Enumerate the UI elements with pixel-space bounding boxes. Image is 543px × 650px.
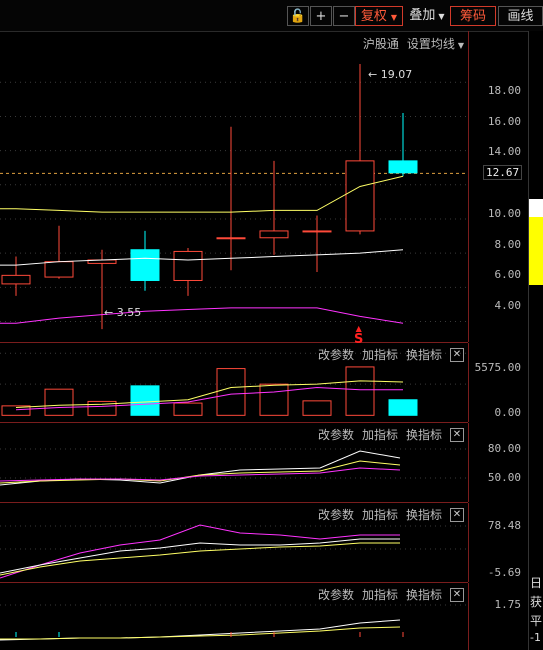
right-side-panel: 日 获 平 -1 <box>528 31 543 650</box>
change-params-button[interactable]: 改参数 <box>318 426 354 443</box>
candle-body <box>173 250 203 281</box>
indicator-2-tick: -5.69 <box>487 566 521 579</box>
price-tick: 4.00 <box>494 299 522 312</box>
candle-body <box>44 261 74 278</box>
ma-line <box>0 307 404 324</box>
indicator-2-axis: 78.48 -5.69 <box>468 503 529 582</box>
change-params-button[interactable]: 改参数 <box>318 346 354 363</box>
chip-panel-yellow <box>529 217 543 285</box>
indicator-2-tools: 改参数 加指标 换指标 ✕ <box>318 506 464 523</box>
fuquan-label: 复权 <box>360 9 387 24</box>
close-icon[interactable]: ✕ <box>450 507 464 522</box>
candle-body <box>259 230 289 239</box>
current-price-tag: 12.67 <box>483 165 523 180</box>
close-icon[interactable]: ✕ <box>450 587 464 602</box>
high-value: 19.07 <box>380 68 413 81</box>
chevron-down-icon: ▼ <box>438 12 445 21</box>
candle-body <box>388 160 418 174</box>
indicator-1-tick: 50.00 <box>487 471 521 484</box>
indicator-1-tools: 改参数 加指标 换指标 ✕ <box>318 426 464 443</box>
switch-indicator-button[interactable]: 换指标 <box>406 346 442 363</box>
candle-body <box>130 249 160 281</box>
volume-bar <box>259 383 289 416</box>
add-indicator-button[interactable]: 加指标 <box>362 346 398 363</box>
volume-ma-line <box>15 380 404 409</box>
candle-body <box>345 160 375 232</box>
zoom-out-button[interactable]: − <box>333 6 355 26</box>
candle-body <box>216 237 246 240</box>
switch-indicator-button[interactable]: 换指标 <box>406 586 442 603</box>
close-icon[interactable]: ✕ <box>450 427 464 442</box>
high-price-label: ← 19.07 <box>368 68 413 81</box>
volume-bar <box>388 399 418 416</box>
indicator-3-axis: 1.75 <box>468 583 529 650</box>
add-indicator-button[interactable]: 加指标 <box>362 586 398 603</box>
volume-bar <box>173 402 203 416</box>
low-value: 3.55 <box>116 306 142 319</box>
huaxian-button[interactable]: 画线 <box>498 6 543 26</box>
price-tick: 6.00 <box>494 268 522 281</box>
top-toolbar: 🔓 + − 复权 ▼ 叠加 ▼ 筹码 画线 <box>0 0 543 32</box>
volume-axis: 5575.00 0.00 <box>468 343 529 422</box>
right-text-3: 平 <box>530 614 543 628</box>
indicator-pane-2[interactable]: 改参数 加指标 换指标 ✕ <box>0 503 468 583</box>
kline-pane[interactable]: 沪股通 设置均线 ▼ ← 19.07 ← 3.55 ▲ S <box>0 31 468 347</box>
chouma-button[interactable]: 筹码 <box>450 6 496 26</box>
indicator-3-tick: 1.75 <box>494 598 522 611</box>
price-tick: 10.00 <box>487 207 521 220</box>
volume-bar <box>302 400 332 416</box>
volume-ma-line <box>15 387 403 411</box>
candle-body <box>1 274 31 285</box>
indicator-1-tick: 80.00 <box>487 442 521 455</box>
volume-bar <box>345 366 375 416</box>
volume-bar <box>44 388 74 416</box>
price-tick: 14.00 <box>487 145 521 158</box>
chevron-down-icon: ▼ <box>390 13 398 22</box>
fuquan-dropdown[interactable]: 复权 ▼ <box>355 6 403 26</box>
indicator-3-line <box>0 626 401 640</box>
low-price-label: ← 3.55 <box>104 306 142 319</box>
price-tick: 8.00 <box>494 238 522 251</box>
switch-indicator-button[interactable]: 换指标 <box>406 506 442 523</box>
lock-icon[interactable]: 🔓 <box>287 6 309 26</box>
right-text-4: -1 <box>530 631 541 644</box>
right-text-2: 获 <box>530 595 543 609</box>
diejia-dropdown[interactable]: 叠加 ▼ <box>405 6 449 26</box>
price-axis: 18.00 16.00 14.00 10.00 8.00 6.00 4.00 1… <box>468 31 529 342</box>
indicator-pane-3[interactable]: 改参数 加指标 换指标 ✕ <box>0 583 468 650</box>
volume-tick: 5575.00 <box>474 361 521 374</box>
change-params-button[interactable]: 改参数 <box>318 586 354 603</box>
close-icon[interactable]: ✕ <box>450 347 464 362</box>
volume-tick: 0.00 <box>494 406 522 419</box>
zoom-in-button[interactable]: + <box>310 6 332 26</box>
indicator-3-tools: 改参数 加指标 换指标 ✕ <box>318 586 464 603</box>
price-tick: 16.00 <box>487 115 521 128</box>
indicator-pane-1[interactable]: 改参数 加指标 换指标 ✕ <box>0 423 468 503</box>
diejia-label: 叠加 <box>409 8 436 23</box>
change-params-button[interactable]: 改参数 <box>318 506 354 523</box>
add-indicator-button[interactable]: 加指标 <box>362 506 398 523</box>
price-tick: 18.00 <box>487 84 521 97</box>
volume-bar <box>130 385 160 416</box>
volume-pane[interactable]: 改参数 加指标 换指标 ✕ <box>0 343 468 423</box>
add-indicator-button[interactable]: 加指标 <box>362 426 398 443</box>
switch-indicator-button[interactable]: 换指标 <box>406 426 442 443</box>
volume-bar <box>216 368 246 416</box>
right-text-1: 日 <box>530 576 543 590</box>
volume-tools: 改参数 加指标 换指标 ✕ <box>318 346 464 363</box>
candle-body <box>302 230 332 233</box>
indicator-1-axis: 80.00 50.00 <box>468 423 529 502</box>
indicator-2-tick: 78.48 <box>487 519 521 532</box>
ma-line <box>0 175 404 213</box>
